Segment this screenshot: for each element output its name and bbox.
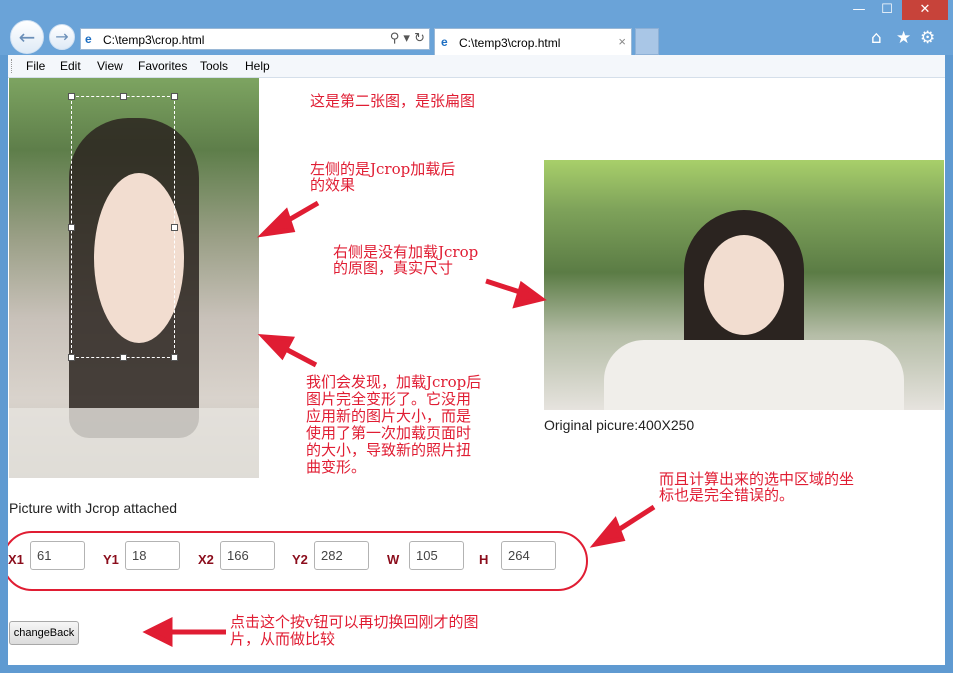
menu-file[interactable]: File (26, 59, 45, 73)
arrowhead-icon (257, 334, 295, 361)
refresh-icon[interactable]: ↻ (414, 31, 425, 46)
ie-logo-icon: e (85, 32, 92, 46)
forward-arrow-icon: → (55, 27, 69, 46)
address-url: C:\temp3\crop.html (103, 33, 205, 47)
menu-view[interactable]: View (97, 59, 123, 73)
menu-help[interactable]: Help (245, 59, 270, 73)
favorites-star-icon[interactable]: ★ (896, 28, 911, 48)
tab-crop[interactable]: e C:\temp3\crop.html × (434, 28, 632, 55)
minimize-button[interactable]: — (844, 0, 874, 20)
maximize-button[interactable]: ☐ (874, 0, 900, 20)
tab-title: C:\temp3\crop.html (459, 36, 561, 50)
page-content: Original picure:400X250 Picture with Jcr… (8, 78, 945, 665)
menu-favorites[interactable]: Favorites (138, 59, 187, 73)
ie-logo-icon: e (441, 35, 448, 49)
search-icon[interactable]: ⚲ (390, 31, 400, 46)
address-bar[interactable]: e C:\temp3\crop.html ⚲ ▾ ↻ (80, 28, 430, 50)
settings-gear-icon[interactable]: ⚙ (920, 28, 935, 48)
home-icon[interactable]: ⌂ (871, 28, 882, 48)
menu-tools[interactable]: Tools (200, 59, 228, 73)
menu-edit[interactable]: Edit (60, 59, 81, 73)
arrowhead-icon (142, 616, 173, 648)
annotation-arrows (142, 200, 656, 648)
arrowhead-icon (512, 280, 547, 309)
arrowhead-icon (589, 516, 626, 548)
back-arrow-icon: ← (18, 25, 36, 49)
tab-close-icon[interactable]: × (618, 34, 626, 49)
browser-window: ← → e C:\temp3\crop.html ⚲ ▾ ↻ e C:\temp… (0, 0, 953, 673)
new-tab-button[interactable] (635, 28, 659, 55)
forward-button[interactable]: → (49, 24, 75, 50)
menu-bar: File Edit View Favorites Tools Help (8, 55, 945, 78)
close-window-button[interactable]: ✕ (902, 0, 948, 20)
back-button[interactable]: ← (10, 20, 44, 54)
arrowhead-icon (256, 207, 296, 238)
